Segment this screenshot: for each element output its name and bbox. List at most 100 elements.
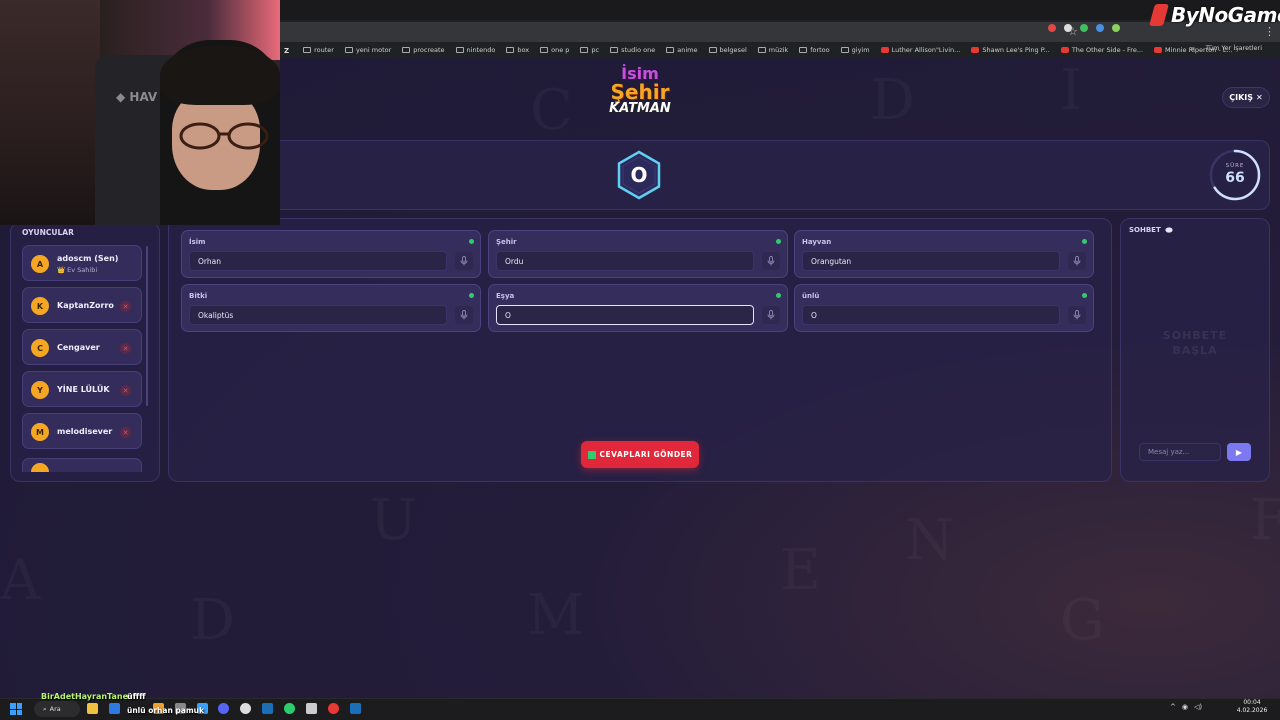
- bookmark-label: procreate: [413, 46, 445, 54]
- background-letter: D: [190, 588, 235, 653]
- kick-player-button[interactable]: ✕: [120, 301, 131, 312]
- taskbar-search[interactable]: ⌕ Ara: [34, 701, 80, 717]
- answer-input[interactable]: Orangutan: [802, 251, 1060, 271]
- extension-icon[interactable]: [1080, 24, 1088, 32]
- round-panel: [250, 140, 1270, 210]
- field-label: Hayvan: [802, 238, 832, 246]
- background-letter: A: [0, 548, 40, 613]
- microphone-icon[interactable]: [1068, 306, 1086, 324]
- answer-input-focused[interactable]: O: [496, 305, 754, 325]
- search-label: Ara: [49, 705, 61, 713]
- kick-player-button[interactable]: ✕: [120, 385, 131, 396]
- host-badge: 👑 Ev Sahibi: [57, 266, 98, 274]
- bookmark-item[interactable]: Shawn Lee's Ping P...: [971, 46, 1050, 54]
- folder-icon: [303, 47, 312, 53]
- microphone-icon[interactable]: [455, 306, 473, 324]
- bookmark-label: router: [314, 46, 334, 54]
- system-tray: ^ ◉ ◁): [1170, 703, 1202, 711]
- answer-input[interactable]: O: [802, 305, 1060, 325]
- microphone-icon[interactable]: [455, 252, 473, 270]
- bookmark-item[interactable]: anime: [666, 46, 698, 54]
- taskbar-app-icon[interactable]: [306, 703, 317, 714]
- taskbar-app-icon[interactable]: [350, 703, 361, 714]
- bookmark-label: one p: [551, 46, 570, 54]
- address-bar[interactable]: [280, 22, 1280, 42]
- bookmark-item[interactable]: belgesel: [708, 46, 747, 54]
- webcam-overlay: ◆ HAV: [0, 0, 280, 225]
- bookmark-item[interactable]: nintendo: [455, 46, 495, 54]
- microphone-icon[interactable]: [762, 306, 780, 324]
- player-card: K KaptanZorro ✕: [22, 287, 142, 323]
- chair-logo: ◆ HAV: [116, 90, 158, 104]
- bookmarks-overflow-button[interactable]: »: [1190, 44, 1195, 53]
- tray-chevron-icon[interactable]: ^: [1170, 703, 1176, 711]
- send-icon[interactable]: ▶: [1227, 443, 1251, 461]
- bookmark-item[interactable]: box: [506, 46, 529, 54]
- obs-icon[interactable]: [328, 703, 339, 714]
- network-icon[interactable]: ◉: [1182, 703, 1188, 711]
- extensions-area: [1048, 24, 1120, 32]
- glasses-icon: [179, 122, 269, 150]
- folder-icon: [540, 47, 549, 53]
- taskbar-clock[interactable]: 00:04 4.02.2026: [1232, 699, 1272, 715]
- all-bookmarks-link[interactable]: Tüm Yer İşaretleri: [1206, 44, 1262, 52]
- kick-player-button[interactable]: ✕: [120, 343, 131, 354]
- stream-chat-username: BirAdetHayranTanesi: [41, 692, 136, 701]
- exit-label: ÇIKIŞ: [1229, 93, 1254, 102]
- field-label: İsim: [189, 238, 206, 246]
- players-scrollbar[interactable]: [146, 246, 148, 406]
- microphone-icon[interactable]: [762, 252, 780, 270]
- folder-icon: [610, 47, 619, 53]
- stream-chat-message: üffff: [127, 692, 146, 701]
- bookmark-item[interactable]: studio one: [610, 46, 655, 54]
- bookmark-item[interactable]: The Other Side - Fre...: [1060, 46, 1143, 54]
- extension-icon[interactable]: [1064, 24, 1072, 32]
- bookmark-label: pc: [591, 46, 600, 54]
- file-explorer-icon[interactable]: [87, 703, 98, 714]
- bookmark-item[interactable]: giyim: [840, 46, 870, 54]
- taskbar-app-icon[interactable]: [240, 703, 251, 714]
- exit-button[interactable]: ÇIKIŞ ✕: [1222, 87, 1270, 108]
- answer-field-esya: Eşya O: [488, 284, 788, 332]
- player-name: YİNE LÜLÜK: [57, 385, 110, 394]
- bookmark-label: anime: [677, 46, 698, 54]
- answer-input[interactable]: Okaliptüs: [189, 305, 447, 325]
- webcam-hair: [160, 45, 280, 105]
- bookmark-item[interactable]: procreate: [402, 46, 445, 54]
- extension-icon[interactable]: [1048, 24, 1056, 32]
- background-letter: M: [527, 583, 584, 648]
- bookmark-item[interactable]: müzik: [757, 46, 788, 54]
- submit-answers-button[interactable]: CEVAPLARI GÖNDER: [581, 441, 699, 468]
- bookmark-item[interactable]: router: [303, 46, 334, 54]
- answer-field-unlu: ünlü O: [794, 284, 1094, 332]
- bookmark-item[interactable]: pc: [580, 46, 599, 54]
- extension-icon[interactable]: [1112, 24, 1120, 32]
- discord-icon[interactable]: [218, 703, 229, 714]
- player-card: A adoscm (Sen) 👑 Ev Sahibi: [22, 245, 142, 281]
- bookmark-item[interactable]: one p: [540, 46, 569, 54]
- answer-input[interactable]: Orhan: [189, 251, 447, 271]
- taskbar-app-icon[interactable]: [109, 703, 120, 714]
- volume-icon[interactable]: ◁): [1194, 703, 1202, 711]
- steam-icon[interactable]: [262, 703, 273, 714]
- field-label: Bitki: [189, 292, 208, 300]
- extension-icon[interactable]: [1096, 24, 1104, 32]
- bookmark-item[interactable]: fortoo: [799, 46, 830, 54]
- bookmark-prefix[interactable]: Z: [284, 47, 292, 55]
- answer-input[interactable]: Ordu: [496, 251, 754, 271]
- bookmark-item[interactable]: Luther Allison"Livin...: [880, 46, 960, 54]
- background-letter: E: [780, 538, 821, 603]
- bookmark-item[interactable]: yeni motor: [344, 46, 391, 54]
- field-label: ünlü: [802, 292, 820, 300]
- game-logo: İsim Şehir KATMAN: [604, 66, 676, 128]
- kick-player-button[interactable]: ✕: [120, 427, 131, 438]
- player-card-partial: [22, 458, 142, 472]
- microphone-icon[interactable]: [1068, 252, 1086, 270]
- windows-start-icon[interactable]: [10, 703, 22, 715]
- chat-empty-state: SOHBETE BAŞLA: [1150, 328, 1240, 358]
- chrome-icon[interactable]: [284, 703, 295, 714]
- youtube-icon: [880, 47, 889, 53]
- close-icon: ✕: [1256, 93, 1263, 102]
- youtube-icon: [1060, 47, 1069, 53]
- chat-message-input[interactable]: Mesaj yaz...: [1139, 443, 1221, 461]
